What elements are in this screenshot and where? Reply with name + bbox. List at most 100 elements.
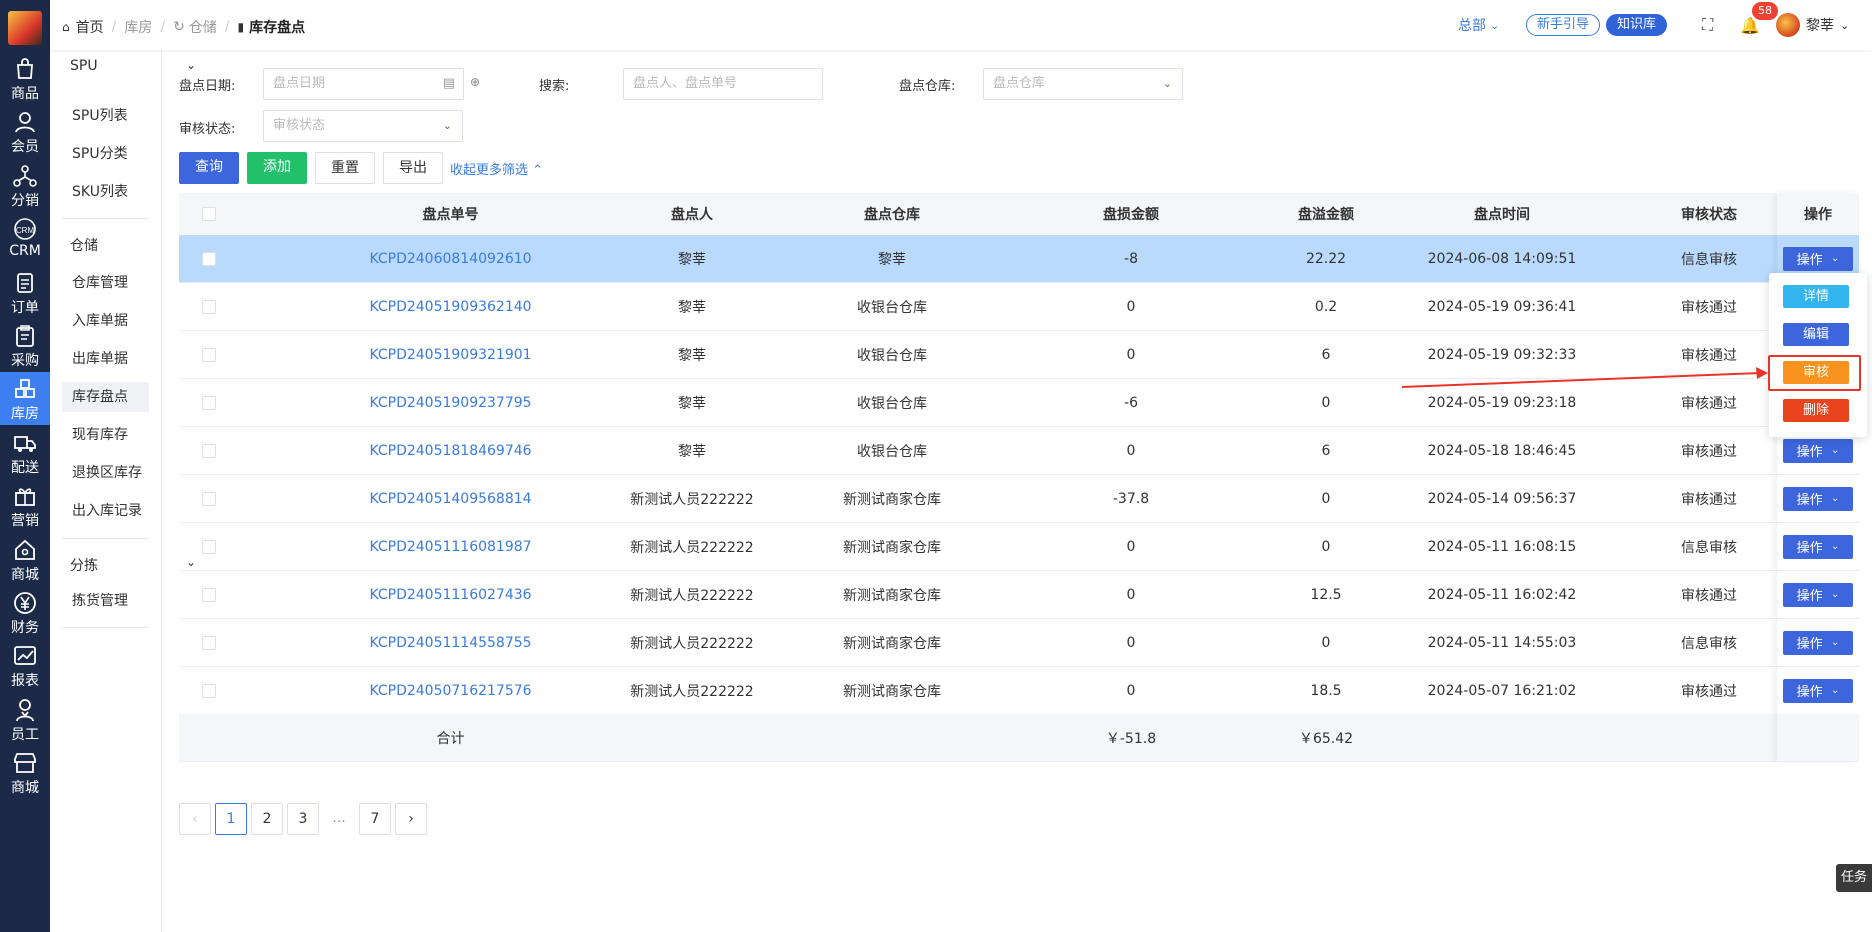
nav-item-6[interactable]: 采购: [0, 319, 50, 372]
stocktake-id-link[interactable]: KCPD24051114558755: [309, 619, 592, 666]
avatar[interactable]: [1776, 13, 1800, 37]
subnav-group-sorting[interactable]: 分拣: [70, 555, 98, 575]
table-row[interactable]: KCPD24050716217576 新测试人员222222 新测试商家仓库 0 18.…: [179, 667, 1859, 715]
nav-item-7[interactable]: 库房: [0, 372, 50, 426]
subnav-item-warehouse[interactable]: 仓库管理: [62, 268, 149, 298]
subnav-item-inbound[interactable]: 入库单据: [62, 306, 149, 336]
task-button[interactable]: 任务: [1836, 864, 1872, 892]
nav-label: 员工: [11, 726, 39, 743]
app-logo[interactable]: [8, 11, 42, 45]
table-row[interactable]: KCPD24051409568814 新测试人员222222 新测试商家仓库 -37.…: [179, 475, 1859, 523]
warehouse-cell: 收银台仓库: [857, 299, 927, 316]
subnav-item-spu-category[interactable]: SPU分类: [62, 139, 149, 169]
row-checkbox[interactable]: [202, 347, 216, 362]
storage-icon: ↻: [173, 19, 185, 35]
stocktake-id-link[interactable]: KCPD24051909362140: [309, 283, 592, 330]
page-3[interactable]: 3: [287, 803, 319, 835]
stocktake-id-link[interactable]: KCPD24051409568814: [309, 475, 592, 522]
row-checkbox[interactable]: [202, 635, 216, 650]
nav-item-5[interactable]: 订单: [0, 266, 50, 319]
subnav-item-outbound[interactable]: 出库单据: [62, 344, 149, 374]
nav-item-2[interactable]: 会员: [0, 105, 50, 158]
guide-button[interactable]: 新手引导: [1526, 14, 1601, 36]
nav-item-9[interactable]: 营销: [0, 479, 50, 532]
table-row[interactable]: KCPD24051116081987 新测试人员222222 新测试商家仓库 0 0 20…: [179, 523, 1859, 571]
nav-item-10[interactable]: 商城: [0, 533, 50, 586]
row-checkbox[interactable]: [202, 395, 216, 410]
table-row[interactable]: KCPD24051818469746 黎莘 收银台仓库 0 6 2024-05-18 18…: [179, 427, 1859, 475]
export-button[interactable]: 导出: [383, 152, 443, 184]
subnav-item-sku-list[interactable]: SKU列表: [62, 177, 149, 207]
next-page-button[interactable]: ›: [395, 803, 427, 835]
nav-item-1[interactable]: 商品: [0, 52, 50, 105]
stocktake-id-link[interactable]: KCPD24051909321901: [309, 331, 592, 378]
stocktake-id-link[interactable]: KCPD24051909237795: [309, 379, 592, 426]
subnav-item-return-stock[interactable]: 退换区库存: [62, 458, 149, 488]
breadcrumb-storage[interactable]: 仓储: [189, 17, 217, 37]
nav-item-13[interactable]: 员工: [0, 693, 50, 746]
nav-item-11[interactable]: 财务: [0, 586, 50, 639]
org-selector[interactable]: 总部: [1458, 15, 1486, 35]
breadcrumb-warehouse[interactable]: 库房: [124, 17, 152, 37]
stocktake-id-link[interactable]: KCPD24051116027436: [309, 571, 592, 618]
toggle-filters-link[interactable]: 收起更多筛选 ⌃: [450, 159, 543, 178]
subnav-group-spu[interactable]: SPU: [70, 58, 98, 74]
stocktake-id-link[interactable]: KCPD24051116081987: [309, 523, 592, 570]
table-row[interactable]: KCPD24051116027436 新测试人员222222 新测试商家仓库 0 12.…: [179, 571, 1859, 619]
fullscreen-icon[interactable]: ⛶: [1702, 15, 1713, 35]
nav-item-4[interactable]: CRM CRM: [0, 212, 50, 265]
row-checkbox[interactable]: [202, 251, 216, 266]
divider: [62, 627, 148, 628]
subnav-item-io-records[interactable]: 出入库记录: [62, 496, 149, 526]
row-checkbox[interactable]: [202, 443, 216, 458]
add-circle-icon[interactable]: ⊕: [470, 75, 480, 89]
calendar-icon[interactable]: ▤: [443, 69, 455, 99]
nav-item-14[interactable]: 商城: [0, 746, 50, 799]
warehouse-cell: 新测试商家仓库: [843, 683, 941, 700]
row-checkbox[interactable]: [202, 587, 216, 602]
reset-button[interactable]: 重置: [315, 152, 375, 184]
delete-button[interactable]: 删除: [1783, 399, 1849, 422]
page-2[interactable]: 2: [251, 803, 283, 835]
nav-label: 分销: [11, 192, 39, 209]
query-button[interactable]: 查询: [179, 152, 239, 184]
edit-button[interactable]: 编辑: [1783, 323, 1849, 346]
subnav-item-current-stock[interactable]: 现有库存: [62, 420, 149, 450]
row-checkbox[interactable]: [202, 491, 216, 506]
add-button[interactable]: 添加: [247, 152, 307, 184]
subnav-item-spu-list[interactable]: SPU列表: [62, 101, 149, 131]
subnav-group-storage[interactable]: 仓储: [70, 235, 98, 255]
nav-item-3[interactable]: 分销: [0, 159, 50, 212]
stocktake-id-link[interactable]: KCPD24050716217576: [309, 667, 592, 714]
user-name[interactable]: 黎莘: [1806, 15, 1834, 35]
breadcrumb-home[interactable]: 首页: [76, 17, 104, 37]
table-row[interactable]: KCPD24051909362140 黎莘 收银台仓库 0 0.2 2024-05-19 …: [179, 283, 1859, 331]
chevron-down-icon[interactable]: ⌄: [1840, 19, 1849, 32]
page-1[interactable]: 1: [215, 803, 247, 835]
date-input[interactable]: 盘点日期 ▤: [263, 68, 464, 100]
table-row[interactable]: KCPD24060814092610 黎莘 黎莘 -8 22.22 2024-06-08 …: [179, 235, 1859, 283]
select-all-checkbox[interactable]: [202, 207, 216, 221]
nav-item-12[interactable]: 报表: [0, 639, 50, 692]
knowledge-button[interactable]: 知识库: [1606, 14, 1668, 36]
page-ellipsis[interactable]: ...: [323, 803, 355, 835]
row-checkbox[interactable]: [202, 683, 216, 698]
status-select[interactable]: 审核状态 ⌄: [263, 110, 463, 142]
total-gain: ￥65.42: [1298, 730, 1354, 747]
search-input[interactable]: 盘点人、盘点单号: [623, 68, 823, 100]
subnav-item-stocktake[interactable]: 库存盘点: [62, 382, 149, 412]
subnav-item-picking[interactable]: 拣货管理: [62, 586, 149, 616]
col-warehouse: 盘点仓库: [864, 207, 920, 223]
warehouse-select[interactable]: 盘点仓库 ⌄: [983, 68, 1183, 100]
chevron-down-icon[interactable]: ⌄: [186, 58, 196, 72]
nav-item-8[interactable]: 配送: [0, 426, 50, 479]
detail-button[interactable]: 详情: [1783, 285, 1849, 308]
row-checkbox[interactable]: [202, 539, 216, 554]
page-7[interactable]: 7: [359, 803, 391, 835]
row-checkbox[interactable]: [202, 299, 216, 314]
stocktake-id-link[interactable]: KCPD24060814092610: [309, 235, 592, 282]
stocktake-id-link[interactable]: KCPD24051818469746: [309, 427, 592, 474]
table-row[interactable]: KCPD24051114558755 新测试人员222222 新测试商家仓库 0 0 20…: [179, 619, 1859, 667]
chevron-down-icon[interactable]: ⌄: [1490, 19, 1499, 32]
prev-page-button[interactable]: ‹: [179, 803, 211, 835]
